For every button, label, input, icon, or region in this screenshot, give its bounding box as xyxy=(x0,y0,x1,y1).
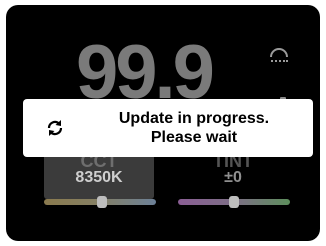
cct-slider-thumb[interactable] xyxy=(97,196,108,208)
device-screen: 99.9 CCT 8350K TINT ±0 Update in progres… xyxy=(6,5,320,241)
update-dialog: Update in progress. Please wait xyxy=(23,99,313,157)
tint-slider-thumb[interactable] xyxy=(229,196,239,208)
tint-value: ±0 xyxy=(224,169,242,186)
dialog-message: Update in progress. Please wait xyxy=(75,109,313,147)
lamp-icon[interactable] xyxy=(268,45,290,65)
dialog-line-1: Update in progress. xyxy=(118,110,270,127)
dialog-line-2: Please wait xyxy=(150,129,238,146)
sync-icon xyxy=(47,120,63,136)
cct-value: 8350K xyxy=(75,169,123,186)
tint-slider[interactable] xyxy=(178,196,290,208)
cct-slider[interactable] xyxy=(44,196,156,208)
